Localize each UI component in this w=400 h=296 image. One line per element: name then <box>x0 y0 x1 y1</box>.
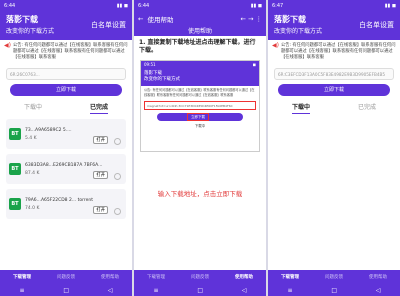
nav-download-manager[interactable]: 下载管理 <box>281 274 299 280</box>
file-name: 79A6...A65F22CD8 2... torrent <box>25 197 93 203</box>
menu-icon[interactable]: ≡ <box>153 287 158 294</box>
phone-screen-download-manager: 6:44 ▮▮ ◼ 落影下载 改变你的下载方式 白名单设置 ◀) 公告: 有任何… <box>0 0 132 296</box>
system-nav: ≡ □ ◁ <box>134 284 266 296</box>
phone-screen-downloading: 6:47 ▮▮ ◼ 落影下载 改变你的下载方式 白名单设置 ◀) 公告: 有任何… <box>268 0 400 296</box>
url-input[interactable]: 6R:26C0763... <box>6 68 126 80</box>
help-center-title: 使用帮助 <box>134 26 266 36</box>
download-tabs: 下载中 已完成 <box>268 102 400 114</box>
speaker-icon: ◀) <box>272 42 279 49</box>
bt-file-icon: BT <box>9 163 21 175</box>
nav-help[interactable]: 使用帮助 <box>101 274 119 280</box>
nav-help[interactable]: 使用帮助 <box>235 274 253 280</box>
battery-icon: ▮▮ ◼ <box>116 3 128 9</box>
file-size: 74.0 K <box>25 205 40 211</box>
back-icon[interactable]: ◁ <box>376 287 381 294</box>
instruction-text: 输入下载地址，点击立即下载 <box>157 190 243 198</box>
inner-header: 落影下载 改变你的下载方式 <box>141 69 259 86</box>
status-time: 6:44 <box>4 3 16 9</box>
open-button[interactable]: 打开 <box>93 206 108 214</box>
announcement: ◀) 公告: 有任何问题都可以通过【在线客服】联系客服有任何问题都可以通过【在线… <box>0 40 132 64</box>
bottom-nav: 下载管理 问题反馈 使用帮助 <box>0 270 132 284</box>
bottom-nav: 下载管理 问题反馈 使用帮助 <box>134 270 266 284</box>
battery-icon: ▮▮ ◼ <box>384 3 396 9</box>
system-nav: ≡ □ ◁ <box>0 284 132 296</box>
open-button[interactable]: 打开 <box>93 136 108 144</box>
announcement-text: 公告: 有任何问题都可以通过【在线客服】联系客服有任何问题都可以通过【在线客服】… <box>12 43 128 60</box>
inner-app-subtitle: 改变你的下载方式 <box>144 77 180 82</box>
inner-announcement: 公告: 有任何问题都可以通过【在线客服】联系客服有任何问题都可以通过【在线客服】… <box>144 88 255 97</box>
menu-icon[interactable]: ≡ <box>287 287 292 294</box>
back-icon[interactable]: ◁ <box>242 287 247 294</box>
home-icon[interactable]: □ <box>331 287 337 294</box>
announcement: ◀) 公告: 有任何问题都可以通过【在线客服】联系客服有任何问题都可以通过【在线… <box>268 40 400 64</box>
tutorial-screenshot: 09:51 ◼ 落影下载 改变你的下载方式 公告: 有任何问题都可以通过【在线客… <box>140 60 260 152</box>
tab-downloading[interactable]: 下载中 <box>291 102 310 114</box>
nav-feedback[interactable]: 问题反馈 <box>325 274 343 280</box>
file-card[interactable]: BT 79A6...A65F22CD8 2... torrent 74.0 K … <box>6 189 126 219</box>
back-icon[interactable]: ◁ <box>108 287 113 294</box>
status-bar: 6:44 ▮▮ ◼ <box>134 0 266 12</box>
status-bar: 6:44 ▮▮ ◼ <box>0 0 132 12</box>
app-header: 落影下载 改变你的下载方式 白名单设置 <box>268 12 400 40</box>
tab-downloading[interactable]: 下载中 <box>24 102 42 114</box>
whitelist-settings-button[interactable]: 白名单设置 <box>359 20 394 30</box>
inner-download-button: 立即下载 <box>157 113 243 121</box>
tab-completed[interactable]: 已完成 <box>358 102 376 114</box>
bt-file-icon: BT <box>9 128 21 140</box>
nav-download-manager[interactable]: 下载管理 <box>147 274 165 280</box>
file-name: 73...A9A6589C2 5.... <box>25 127 72 133</box>
inner-tab-downloading: 下载中 <box>194 124 206 128</box>
file-size: 5.4 K <box>25 135 37 141</box>
url-input[interactable]: 6R:C3EFCD3F13A0C5F83E4982E9B3D9905EFB4B5 <box>274 68 394 80</box>
nav-help[interactable]: 使用帮助 <box>369 274 387 280</box>
phone-screen-help: 6:44 ▮▮ ◼ ← 使用帮助 ← → ⋮ 使用帮助 1. 直接复制下载地址进… <box>134 0 266 296</box>
select-checkbox[interactable] <box>114 208 121 215</box>
announcement-text: 公告: 有任何问题都可以通过【在线客服】联系客服有任何问题都可以通过【在线客服】… <box>280 43 396 60</box>
inner-status-bar: 09:51 ◼ <box>141 61 259 69</box>
help-step-1: 1. 直接复制下载地址进点击理解下载，进行下载。 <box>139 39 256 54</box>
file-card[interactable]: BT 6383D3A8...E269CB187A 7BF6A... 87.4 K… <box>6 154 126 184</box>
file-card[interactable]: BT 73...A9A6589C2 5.... 5.4 K 打开 <box>6 119 126 149</box>
system-nav: ≡ □ ◁ <box>268 284 400 296</box>
file-size: 87.4 K <box>25 170 40 176</box>
download-tabs: 下载中 已完成 <box>0 102 132 114</box>
inner-battery-icon: ◼ <box>252 62 256 67</box>
select-checkbox[interactable] <box>114 138 121 145</box>
menu-icon[interactable]: ≡ <box>19 287 24 294</box>
inner-time: 09:51 <box>144 62 156 67</box>
select-checkbox[interactable] <box>114 173 121 180</box>
status-time: 6:47 <box>272 3 284 9</box>
bottom-nav: 下载管理 问题反馈 使用帮助 <box>268 270 400 284</box>
back-arrow-icon[interactable]: ← <box>138 15 143 23</box>
inner-tabs: 下载中 <box>141 124 259 129</box>
tab-completed[interactable]: 已完成 <box>89 102 108 114</box>
help-title: 使用帮助 <box>147 16 174 24</box>
inner-url-field: magnet?xt=urn:btih:3CC71E3D0485D4E60F1FA… <box>144 101 256 110</box>
nav-arrows-icon[interactable]: ← → ⋮ <box>240 15 262 23</box>
home-icon[interactable]: □ <box>63 287 69 294</box>
app-header: 落影下载 改变你的下载方式 白名单设置 <box>0 12 132 40</box>
whitelist-settings-button[interactable]: 白名单设置 <box>91 20 126 30</box>
open-button[interactable]: 打开 <box>93 171 108 179</box>
nav-feedback[interactable]: 问题反馈 <box>191 274 209 280</box>
speaker-icon: ◀) <box>4 42 11 49</box>
status-time: 6:44 <box>138 3 150 9</box>
inner-download-label: 立即下载 <box>187 113 209 121</box>
help-toolbar: ← 使用帮助 ← → ⋮ <box>134 12 266 26</box>
download-now-button[interactable]: 立即下载 <box>278 84 390 96</box>
download-now-button[interactable]: 立即下载 <box>10 84 122 96</box>
status-bar: 6:47 ▮▮ ◼ <box>268 0 400 12</box>
bt-file-icon: BT <box>9 198 21 210</box>
battery-icon: ▮▮ ◼ <box>250 3 262 9</box>
file-name: 6383D3A8...E269CB187A 7BF6A... <box>25 162 103 168</box>
nav-feedback[interactable]: 问题反馈 <box>57 274 75 280</box>
nav-download-manager[interactable]: 下载管理 <box>13 274 31 280</box>
home-icon[interactable]: □ <box>197 287 203 294</box>
